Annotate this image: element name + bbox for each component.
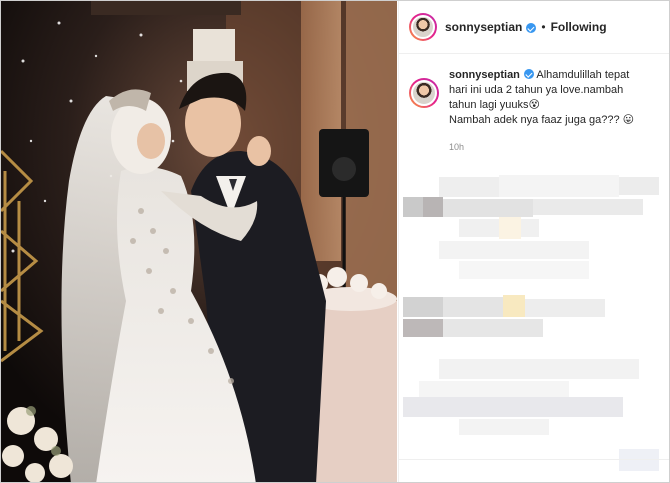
avatar-image [411, 80, 437, 106]
caption-username[interactable]: sonnyseptian [449, 69, 520, 81]
blur-block [423, 197, 443, 217]
post-timestamp[interactable]: 10h [449, 140, 634, 155]
blur-block [403, 397, 623, 417]
caption-text-line4: Nambah adek nya faaz juga ga??? 😛 [449, 114, 635, 126]
caption-text-line2: hari ini uda 2 tahun ya love.nambah [449, 84, 624, 96]
header-username[interactable]: sonnyseptian [445, 20, 522, 34]
blur-block [403, 197, 423, 217]
post-header: sonnyseptian • Following [399, 1, 669, 54]
caption-text-line1: Alhamdulillah tepat [536, 69, 630, 81]
blur-block [503, 295, 525, 317]
blur-block [525, 299, 605, 317]
blur-block [533, 199, 643, 215]
blur-block [459, 261, 589, 279]
blur-block [443, 297, 503, 317]
post-photo[interactable] [1, 1, 397, 482]
caption-row: sonnyseptian Alhamdulillah tepat hari in… [399, 54, 669, 155]
blur-block [459, 419, 549, 435]
following-button[interactable]: Following [551, 20, 607, 34]
caption-text-line3: tahun lagi yuuks😵 [449, 99, 540, 111]
blur-block [619, 177, 659, 195]
blur-block [403, 297, 443, 317]
blur-block [499, 175, 619, 197]
verified-badge-icon [523, 69, 534, 79]
caption-first-line: sonnyseptian Alhamdulillah tepat [449, 68, 634, 83]
instagram-post-window: sonnyseptian • Following sonnyseptian Al… [0, 0, 670, 483]
post-side-panel: sonnyseptian • Following sonnyseptian Al… [398, 1, 669, 482]
divider [399, 459, 669, 460]
wedding-photo-illustration [1, 1, 397, 482]
blur-block [439, 241, 589, 259]
blur-block [439, 359, 639, 379]
separator-dot: • [541, 20, 546, 34]
blur-block [619, 449, 659, 471]
profile-avatar[interactable] [409, 13, 437, 41]
blurred-comments-area [399, 169, 669, 482]
blur-block [443, 199, 533, 217]
verified-badge-icon [526, 23, 537, 33]
caption-body: sonnyseptian Alhamdulillah tepat hari in… [449, 68, 634, 155]
caption-avatar[interactable] [409, 78, 439, 108]
blur-block [439, 177, 499, 197]
blur-block [443, 319, 543, 337]
blur-block [403, 319, 443, 337]
blur-block [499, 217, 521, 239]
avatar-image [411, 15, 435, 39]
